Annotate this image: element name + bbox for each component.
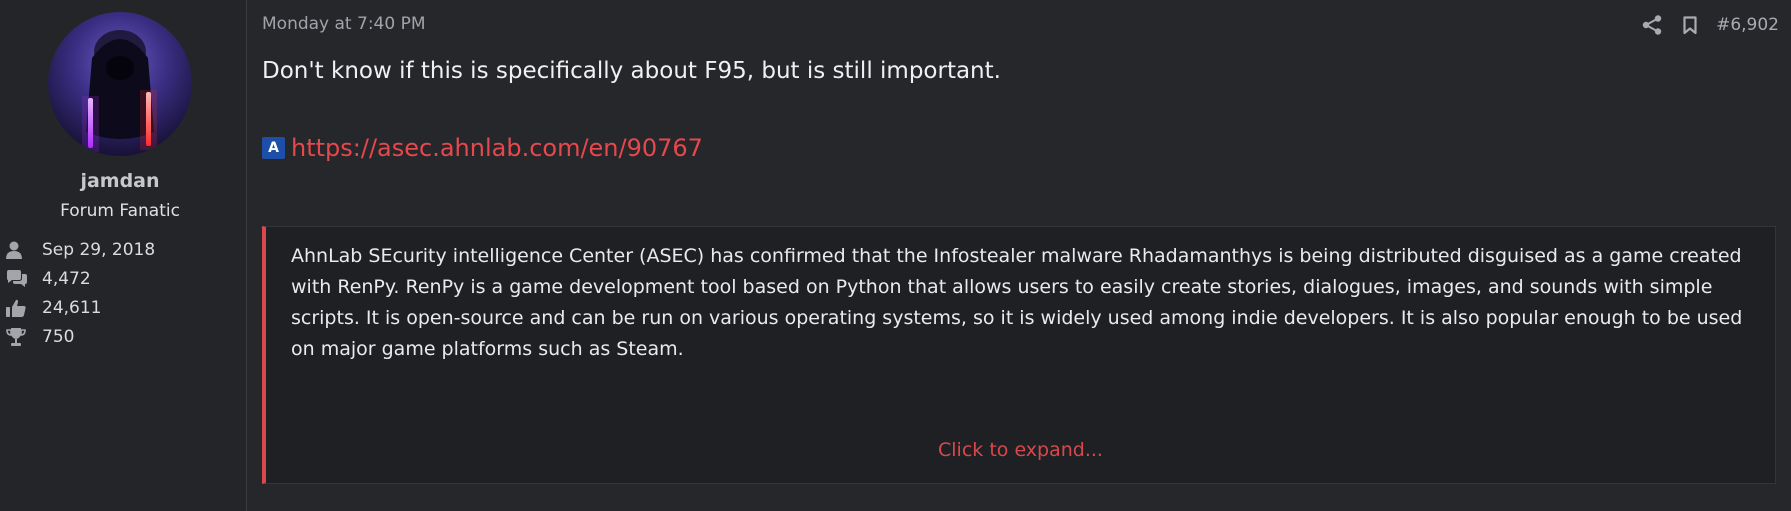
stat-messages[interactable]: 4,472	[6, 264, 155, 293]
stat-joined-value: Sep 29, 2018	[42, 239, 156, 260]
expand-quote-button[interactable]: Click to expand...	[266, 439, 1775, 461]
external-link[interactable]: https://asec.ahnlab.com/en/90767	[291, 134, 703, 162]
quote-block: AhnLab SEcurity intelligence Center (ASE…	[262, 226, 1776, 484]
bookmark-icon[interactable]	[1678, 13, 1702, 37]
post-actions: #6,902	[1640, 13, 1779, 37]
post-date[interactable]: Monday at 7:40 PM	[262, 14, 426, 34]
avatar[interactable]	[48, 12, 192, 156]
user-sidebar: jamdan Forum Fanatic Sep 29, 2018 4,472 …	[0, 0, 247, 511]
site-favicon-icon: A	[262, 137, 285, 159]
messages-icon	[6, 269, 32, 289]
stat-reactions[interactable]: 24,611	[6, 293, 155, 322]
post-link-row: A https://asec.ahnlab.com/en/90767	[262, 134, 703, 162]
thumbs-up-icon	[6, 298, 32, 318]
share-icon[interactable]	[1640, 13, 1664, 37]
stat-trophies-value: 750	[42, 326, 75, 347]
trophy-icon	[6, 327, 32, 347]
stat-trophies[interactable]: 750	[6, 322, 155, 351]
stat-messages-value: 4,472	[42, 268, 91, 289]
username-link[interactable]: jamdan	[0, 170, 240, 192]
quote-text: AhnLab SEcurity intelligence Center (ASE…	[291, 245, 1743, 360]
post-text: Don't know if this is specifically about…	[262, 58, 1001, 84]
post-number-link[interactable]: #6,902	[1716, 15, 1779, 35]
user-title: Forum Fanatic	[60, 201, 180, 221]
forum-post: jamdan Forum Fanatic Sep 29, 2018 4,472 …	[0, 0, 1791, 511]
user-icon	[6, 240, 32, 260]
post-main: Monday at 7:40 PM #6,902 Don't know if t…	[247, 0, 1791, 511]
stat-joined: Sep 29, 2018	[6, 235, 155, 264]
stat-reactions-value: 24,611	[42, 297, 102, 318]
user-stats: Sep 29, 2018 4,472 24,611 750	[6, 235, 155, 351]
